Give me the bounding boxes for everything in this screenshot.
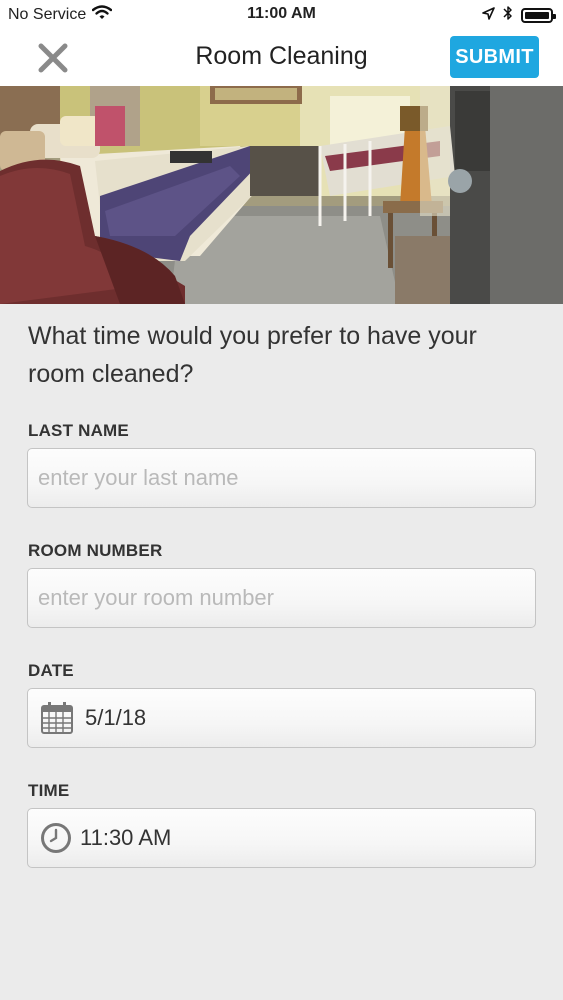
room-photo [0,86,563,304]
room-number-label: ROOM NUMBER [28,541,163,560]
status-right [482,5,556,26]
last-name-input[interactable] [28,449,535,507]
room-number-field-box [27,568,536,628]
room-number-input[interactable] [28,569,535,627]
status-time: 11:00 AM [247,5,316,22]
calendar-icon [40,701,74,740]
time-value: 11:30 AM [80,825,172,850]
location-arrow-icon [482,6,495,25]
bluetooth-icon [503,5,513,26]
time-field[interactable]: 11:30 AM [27,808,536,868]
submit-button[interactable]: SUBMIT [450,36,539,78]
clock-icon [40,822,72,859]
battery-icon [521,8,556,23]
last-name-label: LAST NAME [28,421,129,440]
date-label: DATE [28,661,74,680]
status-bar: No Service 11:00 AM [0,0,563,30]
date-field[interactable]: 5/1/18 [27,688,536,748]
date-value: 5/1/18 [85,705,147,730]
nav-bar: Room Cleaning SUBMIT [0,30,563,86]
time-label: TIME [28,781,70,800]
form-question: What time would you prefer to have your … [28,322,477,388]
last-name-field-box [27,448,536,508]
